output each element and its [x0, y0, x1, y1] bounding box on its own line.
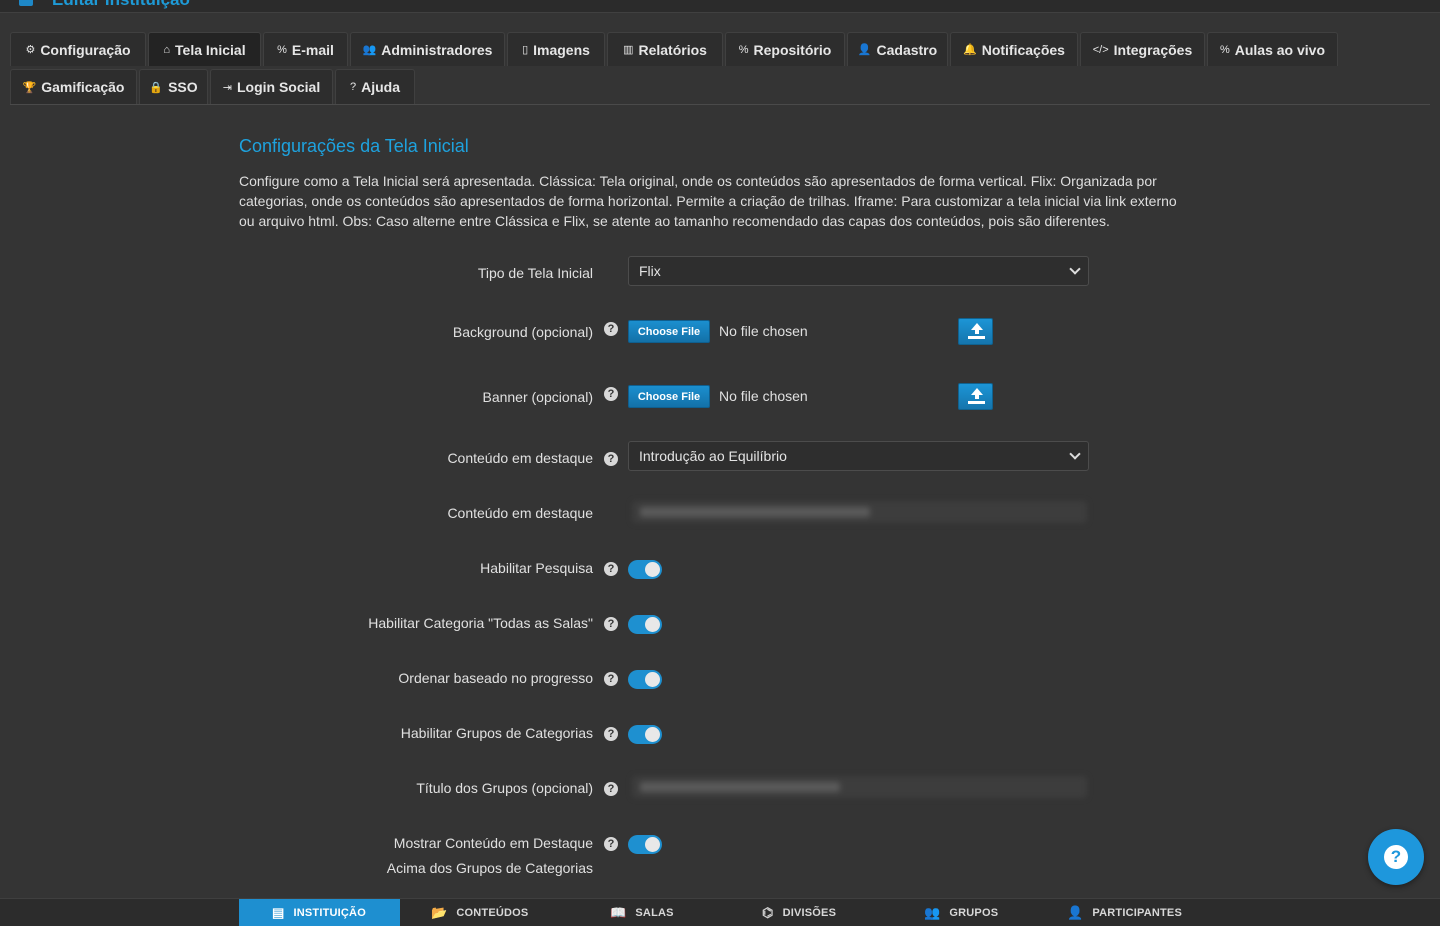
destaque-label: Conteúdo em destaque	[447, 450, 593, 466]
question-icon: ?	[1384, 845, 1408, 869]
bar-chart-icon: ▥	[623, 44, 634, 56]
chevron-down-icon	[1069, 263, 1081, 275]
link-icon: %	[277, 43, 287, 56]
tab-email[interactable]: % E-mail	[263, 32, 348, 66]
background-upload-button[interactable]	[958, 318, 993, 345]
book-icon: 📖	[610, 904, 627, 920]
banner-choose-file-button[interactable]: Choose File	[628, 385, 710, 408]
sign-in-icon: ⇥	[222, 81, 232, 94]
tab-relatorios[interactable]: ▥ Relatórios	[607, 32, 723, 66]
link-icon: %	[738, 43, 749, 56]
help-icon[interactable]: ?	[604, 782, 618, 796]
link-icon: %	[1219, 43, 1230, 56]
ordenar-label: Ordenar baseado no progresso	[398, 670, 593, 686]
tab-imagens[interactable]: ▯ Imagens	[507, 32, 605, 66]
grupos-label: Habilitar Grupos de Categorias	[400, 725, 593, 741]
todas-salas-toggle[interactable]	[628, 615, 662, 634]
tab-configuracao[interactable]: ⚙ Configuração	[10, 32, 146, 66]
background-file-status: No file chosen	[719, 323, 808, 339]
chevron-down-icon	[1069, 448, 1081, 460]
nav-salas[interactable]: 📖 SALAS	[610, 899, 674, 926]
building-icon: ▤	[272, 904, 285, 920]
tab-login-social[interactable]: ⇥ Login Social	[210, 69, 333, 104]
section-title: Configurações da Tela Inicial	[239, 136, 469, 156]
tab-repositorio[interactable]: % Repositório	[725, 32, 845, 66]
page-title: Editar Instituição	[52, 0, 190, 9]
nav-grupos[interactable]: 👥 GRUPOS	[924, 899, 998, 926]
tab-gamificacao[interactable]: 🏆 Gamificação	[10, 69, 137, 104]
users-icon: 👥	[362, 44, 377, 56]
banner-file-status: No file chosen	[719, 388, 808, 404]
institution-icon	[19, 0, 33, 6]
destaque2-label: Conteúdo em destaque	[447, 505, 593, 521]
grupos-toggle[interactable]	[628, 725, 662, 744]
blurred-field[interactable]	[632, 501, 1087, 523]
user-icon: 👤	[857, 44, 872, 56]
lock-icon: 🔒	[149, 81, 164, 94]
settings-tabs: ⚙ Configuração ⌂ Tela Inicial % E-mail 👥 Adm…	[10, 32, 1430, 105]
sitemap-icon: ⌬	[762, 904, 774, 920]
section-description: Configure como a Tela Inicial será apres…	[239, 173, 1177, 229]
help-icon[interactable]: ?	[604, 562, 618, 576]
gears-icon: ⚙	[25, 44, 36, 56]
help-icon[interactable]: ?	[604, 452, 618, 466]
trophy-icon: 🏆	[22, 81, 37, 94]
top-bar: Editar Instituição	[0, 0, 1440, 13]
tab-sso[interactable]: 🔒 SSO	[139, 69, 208, 104]
nav-conteudos[interactable]: 📂 CONTEÚDOS	[431, 899, 528, 926]
tipo-label: Tipo de Tela Inicial	[477, 265, 593, 281]
help-icon[interactable]: ?	[604, 617, 618, 631]
ordenar-toggle[interactable]	[628, 670, 662, 689]
question-circle-icon: ?	[349, 81, 357, 93]
tab-cadastro[interactable]: 👤 Cadastro	[847, 32, 948, 66]
background-choose-file-button[interactable]: Choose File	[628, 320, 710, 343]
help-icon[interactable]: ?	[604, 322, 618, 336]
destaque-select[interactable]: Introdução ao Equilíbrio	[628, 441, 1089, 471]
tab-integracoes[interactable]: </> Integrações	[1080, 32, 1205, 66]
mostrar-toggle[interactable]	[628, 835, 662, 854]
help-icon[interactable]: ?	[604, 387, 618, 401]
user-icon: 👤	[1067, 904, 1084, 920]
code-icon: </>	[1092, 43, 1109, 56]
bottom-nav: ▤ INSTITUIÇÃO 📂 CONTEÚDOS 📖 SALAS ⌬ DIVISÕES…	[0, 898, 1440, 926]
nav-participantes[interactable]: 👤 PARTICIPANTES	[1067, 899, 1182, 926]
help-icon[interactable]: ?	[604, 727, 618, 741]
titulo-grupos-input[interactable]	[632, 776, 1087, 798]
tab-notificacoes[interactable]: 🔔 Notificações	[950, 32, 1078, 66]
background-label: Background (opcional)	[452, 324, 593, 340]
bell-icon: 🔔	[963, 44, 977, 56]
mostrar-label-line2: Acima dos Grupos de Categorias	[386, 860, 593, 876]
file-icon: ▯	[522, 44, 529, 56]
banner-upload-button[interactable]	[958, 383, 993, 410]
tipo-tela-select[interactable]: Flix	[628, 256, 1089, 286]
help-icon[interactable]: ?	[604, 837, 618, 851]
folder-open-icon: 📂	[431, 904, 448, 920]
titulo-grupos-label: Título dos Grupos (opcional)	[416, 780, 593, 796]
tab-tela-inicial[interactable]: ⌂ Tela Inicial	[148, 32, 261, 66]
help-fab-button[interactable]: ?	[1368, 829, 1424, 885]
mostrar-label-line1: Mostrar Conteúdo em Destaque	[393, 835, 593, 851]
help-icon[interactable]: ?	[604, 672, 618, 686]
pesquisa-toggle[interactable]	[628, 560, 662, 579]
nav-instituicao[interactable]: ▤ INSTITUIÇÃO	[239, 899, 400, 926]
tab-ajuda[interactable]: ? Ajuda	[335, 69, 415, 104]
home-icon: ⌂	[163, 43, 171, 56]
nav-divisoes[interactable]: ⌬ DIVISÕES	[762, 899, 836, 926]
todas-salas-label: Habilitar Categoria "Todas as Salas"	[368, 615, 593, 631]
pesquisa-label: Habilitar Pesquisa	[480, 560, 593, 576]
tab-aulas-ao-vivo[interactable]: % Aulas ao vivo	[1207, 32, 1338, 66]
users-icon: 👥	[924, 904, 941, 920]
banner-label: Banner (opcional)	[482, 389, 593, 405]
tab-administradores[interactable]: 👥 Administradores	[350, 32, 505, 66]
